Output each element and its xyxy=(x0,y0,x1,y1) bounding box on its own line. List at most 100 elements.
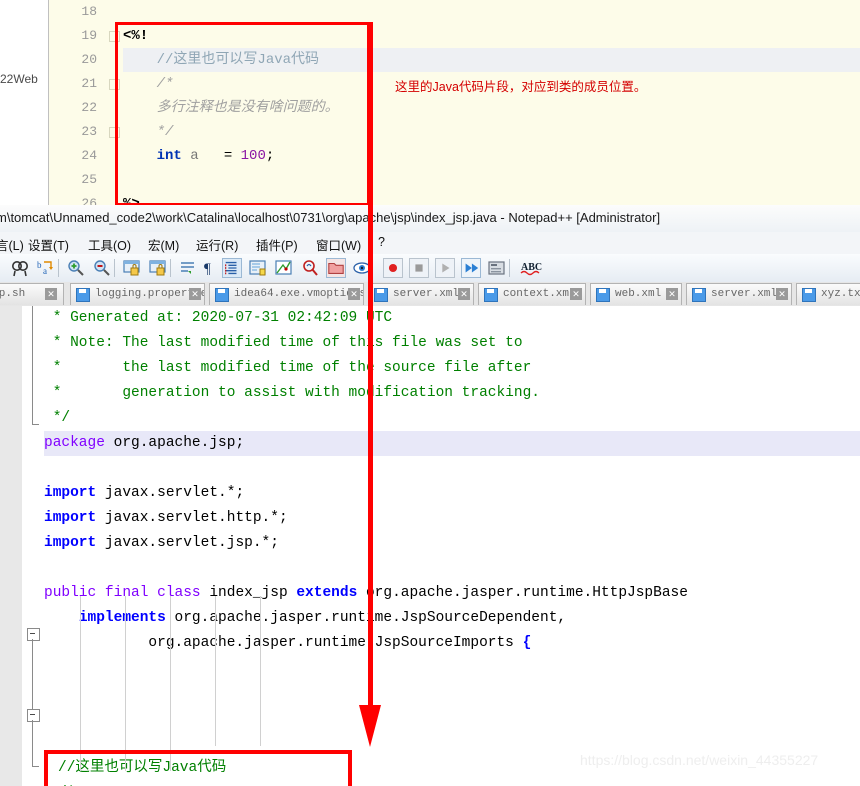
toolbar-separator xyxy=(170,259,171,277)
toolbar[interactable]: ba ¶ ABC xyxy=(0,254,860,283)
fold-end-tick xyxy=(32,766,39,767)
tab-label: server.xml xyxy=(711,288,778,300)
save-disk-icon xyxy=(692,288,706,302)
keyword-import: import xyxy=(44,535,97,551)
notepadpp-editor[interactable]: * Generated at: 2020-07-31 02:42:09 UTC … xyxy=(0,306,860,786)
svg-text:¶: ¶ xyxy=(204,261,211,277)
save-disk-icon xyxy=(802,288,816,302)
zoom-in-icon[interactable] xyxy=(66,258,86,278)
ide-annotation-text: 这里的Java代码片段，对应到类的成员位置。 xyxy=(395,80,647,94)
ide-line-number: 18 xyxy=(81,4,97,19)
interface-name: org.apache.jasper.runtime.JspSourceDepen… xyxy=(165,610,567,626)
menu-plugins[interactable]: 插件(P) xyxy=(256,235,298,254)
code-line: import javax.servlet.jsp.*; xyxy=(44,531,860,556)
ide-line-number: 24 xyxy=(81,148,97,163)
comment-text: * generation to assist with modification… xyxy=(44,385,540,401)
editor-bookmark-margin[interactable] xyxy=(0,306,22,786)
svg-text:a: a xyxy=(43,266,47,276)
tab-server-xml-1[interactable]: server.xml ✕ xyxy=(368,283,474,305)
interface-name: org.apache.jasper.runtime.JspSourceImpor… xyxy=(44,635,523,651)
toolbar-separator xyxy=(58,259,59,277)
tab-close-icon[interactable]: ✕ xyxy=(189,288,201,300)
tab-xyz-txt[interactable]: xyz.txt ✕ xyxy=(796,283,860,305)
tab-label: idea64.exe.vmoptions xyxy=(234,288,364,300)
fold-marker-icon[interactable] xyxy=(27,709,40,722)
sync-vertical-scroll-icon[interactable] xyxy=(122,258,142,278)
show-all-characters-icon[interactable]: ¶ xyxy=(200,258,220,278)
tab-startup-sh[interactable]: rtup.sh ✕ xyxy=(0,283,64,305)
tab-web-xml[interactable]: web.xml ✕ xyxy=(590,283,682,305)
save-disk-icon xyxy=(76,288,90,302)
ide-line-number: 21 xyxy=(81,76,97,91)
indent-guide xyxy=(125,596,126,771)
notepadpp-titlebar: m\tomcat\Unnamed_code2\work\Catalina\loc… xyxy=(0,205,860,233)
tab-label: web.xml xyxy=(615,288,662,300)
import-path: javax.servlet.http.*; xyxy=(96,510,288,526)
menu-window[interactable]: 窗口(W) xyxy=(316,235,361,254)
keyword-import: import xyxy=(44,485,97,501)
macro-stop-icon[interactable] xyxy=(409,258,429,278)
indent-guide-icon[interactable] xyxy=(222,258,242,278)
spellcheck-icon[interactable]: ABC xyxy=(520,258,546,278)
menu-language[interactable]: 言(L) xyxy=(0,235,24,254)
superclass-name: org.apache.jasper.runtime.HttpJspBase xyxy=(357,585,688,601)
editor-code-area[interactable]: * Generated at: 2020-07-31 02:42:09 UTC … xyxy=(44,306,860,786)
folder-as-workspace-icon[interactable] xyxy=(326,258,346,278)
menu-bar[interactable]: 言(L) 设置(T) 工具(O) 宏(M) 运行(R) 插件(P) 窗口(W) … xyxy=(0,232,860,255)
indent-guide xyxy=(170,596,171,771)
menu-run[interactable]: 运行(R) xyxy=(196,235,238,254)
package-name: org.apache.jsp; xyxy=(104,435,245,451)
macro-record-icon[interactable] xyxy=(383,258,403,278)
editor-fold-margin[interactable] xyxy=(22,306,44,786)
word-wrap-icon[interactable] xyxy=(178,258,198,278)
tab-close-icon[interactable]: ✕ xyxy=(348,288,360,300)
show-document-map-icon[interactable] xyxy=(248,258,268,278)
tab-close-icon[interactable]: ✕ xyxy=(776,288,788,300)
code-line: * generation to assist with modification… xyxy=(44,381,860,406)
function-list-icon[interactable] xyxy=(274,258,294,278)
annotation-arrow-head-icon xyxy=(359,705,381,747)
indent-guide xyxy=(260,596,261,746)
notepadpp-highlight-box xyxy=(44,750,352,786)
tab-idea64-vmoptions[interactable]: idea64.exe.vmoptions ✕ xyxy=(209,283,364,305)
ide-line-number: 20 xyxy=(81,52,97,67)
tab-close-icon[interactable]: ✕ xyxy=(666,288,678,300)
menu-help[interactable]: ? xyxy=(378,235,385,249)
menu-settings[interactable]: 设置(T) xyxy=(28,235,69,254)
ide-project-panel[interactable]: 22Web xyxy=(0,0,49,205)
ide-line-number: 23 xyxy=(81,124,97,139)
document-switcher-icon[interactable] xyxy=(300,258,320,278)
tab-close-icon[interactable]: ✕ xyxy=(45,288,57,300)
menu-tools[interactable]: 工具(O) xyxy=(88,235,131,254)
replace-icon[interactable]: ba xyxy=(36,258,56,278)
zoom-out-icon[interactable] xyxy=(92,258,112,278)
code-line: public final class index_jsp extends org… xyxy=(44,581,860,606)
macro-save-icon[interactable] xyxy=(487,258,507,278)
keyword-import: import xyxy=(44,510,97,526)
fold-marker-icon[interactable] xyxy=(27,628,40,641)
comment-text: * Note: The last modified time of this f… xyxy=(44,335,523,351)
save-disk-icon xyxy=(596,288,610,302)
macro-play-multiple-icon[interactable] xyxy=(461,258,481,278)
ide-line-number-gutter: 18 19 20 21 22 23 24 25 26 xyxy=(49,0,105,205)
document-tab-bar[interactable]: rtup.sh ✕ logging.properties ✕ idea64.ex… xyxy=(0,282,860,307)
ide-line-number: 26 xyxy=(81,196,97,205)
tab-logging-properties[interactable]: logging.properties ✕ xyxy=(70,283,205,305)
sync-horizontal-scroll-icon[interactable] xyxy=(148,258,168,278)
code-line: import javax.servlet.http.*; xyxy=(44,506,860,531)
menu-macro[interactable]: 宏(M) xyxy=(148,235,179,254)
ide-project-label: 22Web xyxy=(0,72,38,86)
tab-close-icon[interactable]: ✕ xyxy=(570,288,582,300)
tab-server-xml-2[interactable]: server.xml ✕ xyxy=(686,283,792,305)
tab-close-icon[interactable]: ✕ xyxy=(458,288,470,300)
watermark-text: https://blog.csdn.net/weixin_44355227 xyxy=(580,752,819,768)
code-line: org.apache.jasper.runtime.JspSourceImpor… xyxy=(44,631,860,656)
ide-window: 22Web 18 19 20 21 22 23 24 25 26 <%! //这… xyxy=(0,0,860,205)
find-icon[interactable] xyxy=(10,258,30,278)
tab-context-xml[interactable]: context.xml ✕ xyxy=(478,283,586,305)
ide-line-number: 19 xyxy=(81,28,97,43)
macro-play-icon[interactable] xyxy=(435,258,455,278)
